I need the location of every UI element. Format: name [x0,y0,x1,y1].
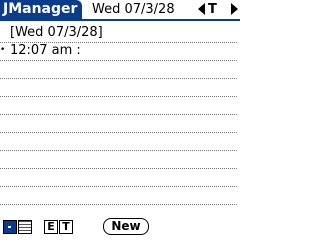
new-button[interactable]: New [103,218,149,235]
line-text: 12:07 am : [10,43,81,58]
line-text: [Wed 07/3/28] [10,25,103,40]
memo-line-1[interactable]: [Wed 07/3/28] [0,24,237,43]
day-view-icon[interactable] [3,220,17,234]
date-title[interactable]: Wed 07/3/28 [92,0,175,19]
memo-line-7[interactable] [0,132,237,151]
memo-line-6[interactable] [0,114,237,133]
right-triangle-icon[interactable] [231,3,238,15]
memo-line-10[interactable] [0,186,237,205]
t-button[interactable]: T [59,220,73,234]
week-view-icon[interactable] [18,220,32,234]
e-button[interactable]: E [44,220,58,234]
left-triangle-icon[interactable] [198,3,205,15]
memo-line-3[interactable] [0,60,237,79]
date-navigation: T [198,2,238,17]
today-button[interactable]: T [208,2,217,17]
app-menu-tab[interactable]: JManager [0,0,83,19]
line-bullet: • [0,45,6,55]
bottom-toolbar: E T New [0,218,240,238]
memo-line-2[interactable]: • 12:07 am : [0,42,237,61]
memo-line-8[interactable] [0,150,237,169]
memo-line-9[interactable] [0,168,237,187]
memo-line-5[interactable] [0,96,237,115]
memo-line-4[interactable] [0,78,237,97]
memo-area[interactable]: [Wed 07/3/28] • 12:07 am : [0,24,240,214]
title-bar: JManager Wed 07/3/28 T [0,0,240,21]
